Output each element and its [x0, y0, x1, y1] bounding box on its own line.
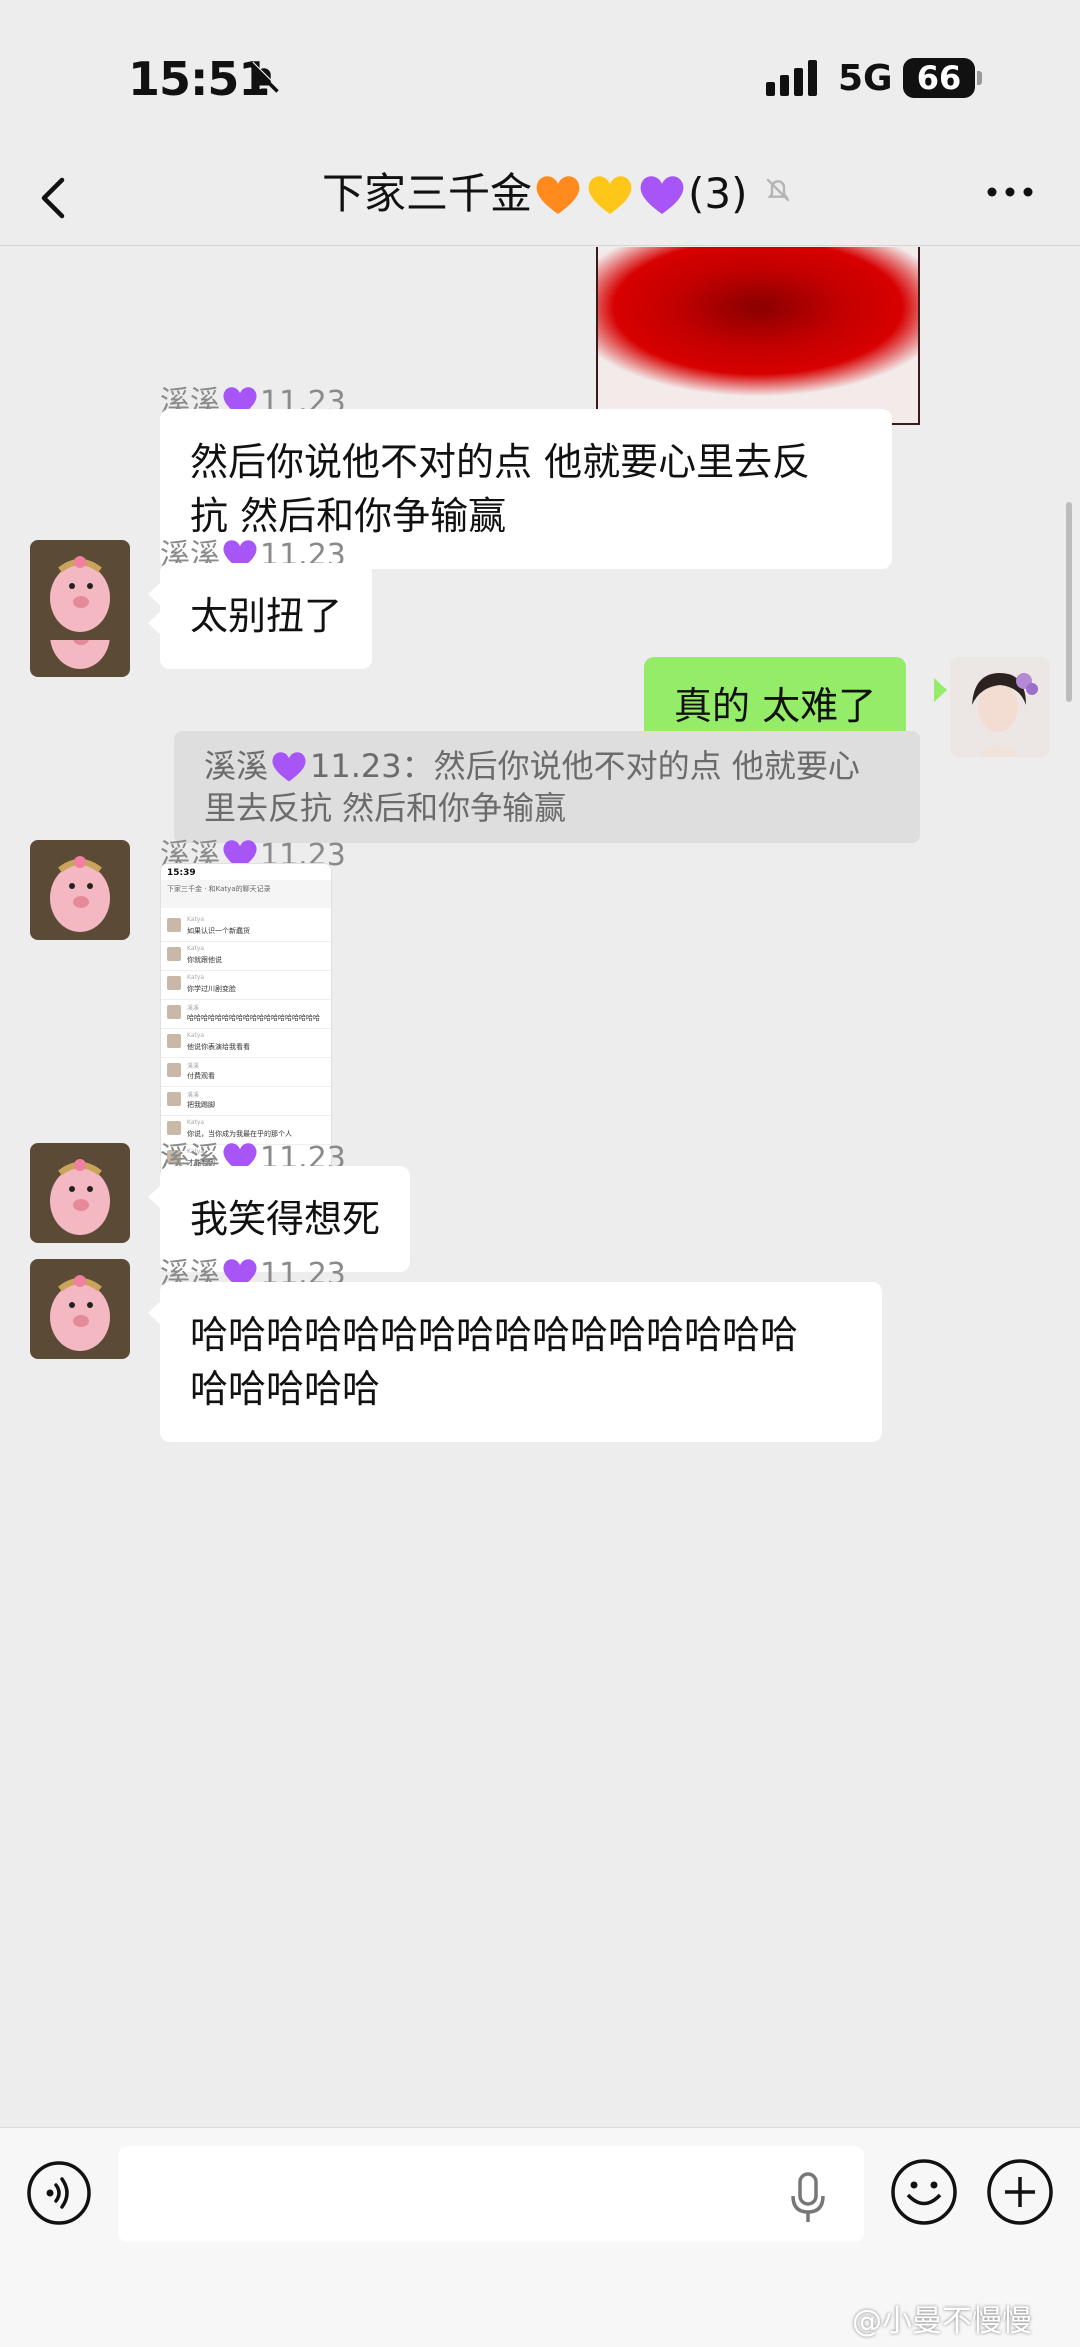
shot-row-name: Katya [187, 916, 205, 923]
quoted-reply[interactable]: 溪溪 11.23：然后你说他不对的点 他就要心 里去反抗 然后和你争输赢 [174, 731, 920, 843]
purple-heart-icon [272, 752, 306, 782]
network-type: 5G [838, 58, 893, 99]
bubble-tail [934, 678, 947, 702]
self-avatar-image [950, 657, 1050, 757]
message-text: 真的 太难了 [674, 684, 877, 728]
shot-avatar [167, 918, 181, 932]
message-text: 我笑得想死 [190, 1197, 381, 1241]
scrollbar[interactable] [1066, 502, 1072, 702]
shot-row: 溪溪 把我踢脚 [161, 1086, 331, 1116]
shot-row-name: Katya [187, 1032, 205, 1039]
shot-row: Katya 如果认识一个新蠢货 [161, 912, 331, 942]
shot-row-name: 溪溪 [187, 1063, 200, 1070]
member-count: (3) [688, 169, 748, 218]
shot-row: Katya 你学过川剧变脸 [161, 970, 331, 1000]
pig-avatar-image [30, 540, 130, 640]
back-button[interactable] [30, 168, 78, 228]
shot-avatar [167, 1005, 181, 1019]
pig-avatar-image [30, 1259, 130, 1359]
shot-row-name: 溪溪 [187, 1092, 200, 1099]
shot-avatar [167, 1092, 181, 1106]
shot-row: 溪溪哈哈哈哈哈哈哈哈哈哈哈哈哈哈哈哈哈哈哈 [161, 999, 331, 1029]
shot-row-name: Katya [187, 1119, 205, 1126]
more-options-button[interactable] [986, 186, 1034, 198]
message-bubble[interactable]: 哈哈哈哈哈哈哈哈哈哈哈哈哈哈哈哈 哈哈哈哈哈 [160, 1282, 882, 1442]
shot-row-name: Katya [187, 945, 205, 952]
message-bubble[interactable]: 太别扭了 [160, 563, 373, 669]
shot-avatar [167, 1034, 181, 1048]
message-text: 哈哈哈哈哈哈哈哈哈哈哈哈哈哈哈哈 [190, 1313, 799, 1357]
shot-avatar [167, 976, 181, 990]
shot-header: 下家三千金 · 和Katya的聊天记录 [161, 880, 331, 908]
shot-row-name: 溪溪 [187, 1005, 200, 1012]
quote-sender: 溪溪 [204, 747, 269, 785]
chat-header: 下家三千金 (3) [0, 150, 1080, 246]
quote-suffix: 11.23： [310, 747, 434, 785]
voice-toggle-button[interactable] [26, 2160, 92, 2226]
yellow-heart-icon [588, 176, 632, 214]
shot-avatar [167, 1063, 181, 1077]
avatar-xixi[interactable] [30, 840, 130, 940]
shot-row-name: Katya [187, 974, 205, 981]
pig-avatar-image [30, 840, 130, 940]
avatar-xixi[interactable] [30, 540, 130, 640]
signal-icon [766, 60, 817, 96]
shot-row-text: 付费观看 [187, 1072, 215, 1080]
shot-row-text: 如果认识一个新蠢货 [187, 927, 250, 935]
quote-text: 里去反抗 然后和你争输赢 [204, 789, 567, 827]
battery-tip [977, 71, 982, 85]
shot-row-text: 把我踢脚 [187, 1101, 215, 1109]
chat-title-text: 下家三千金 [322, 169, 533, 218]
mute-bell-icon [766, 178, 790, 202]
add-attachment-button[interactable] [986, 2158, 1054, 2226]
avatar-me[interactable] [950, 657, 1050, 757]
chat-title[interactable]: 下家三千金 (3) [322, 164, 748, 224]
shot-row-text: 你学过川剧变脸 [187, 985, 236, 993]
emoji-button[interactable] [890, 2158, 958, 2226]
quote-line-1: 溪溪 11.23：然后你说他不对的点 他就要心 [204, 745, 890, 787]
battery-indicator: 66 [903, 58, 975, 98]
purple-heart-icon [640, 176, 684, 214]
shot-row-text: 你就跟他说 [187, 956, 222, 964]
shot-row-text: 哈哈哈哈哈哈哈哈哈哈哈哈哈哈哈哈哈哈哈 [187, 1014, 320, 1022]
avatar-xixi[interactable] [30, 1259, 130, 1359]
shot-time: 15:39 [167, 868, 196, 878]
pig-avatar-image [30, 1143, 130, 1243]
chat-message-list[interactable]: 15:38 溪溪11.23 然后你说他不对的点 他就要心里去反 抗 然后和你争输… [0, 247, 1080, 2127]
image-message[interactable] [596, 247, 920, 425]
message-text: 然后你说他不对的点 他就要心里去反 [190, 440, 811, 484]
status-bar: 15:51 5G 66 [0, 0, 1080, 150]
microphone-icon[interactable] [788, 2172, 828, 2224]
orange-heart-icon [536, 176, 580, 214]
message-text: 哈哈哈哈哈 [190, 1367, 381, 1411]
watermark-text: @小曼不慢慢 [852, 2304, 1032, 2339]
bell-off-icon [249, 61, 281, 93]
message-text: 太别扭了 [190, 594, 343, 638]
quote-text: 然后你说他不对的点 他就要心 [433, 747, 860, 785]
shot-avatar [167, 947, 181, 961]
shot-row-text: 他说你表演给我看看 [187, 1043, 250, 1051]
shot-row: Katya 他说你表演给我看看 [161, 1028, 331, 1058]
avatar-xixi[interactable] [30, 1143, 130, 1243]
shot-row: Katya 你就跟他说 [161, 941, 331, 971]
message-input[interactable] [118, 2146, 864, 2242]
shot-row: 溪溪 付费观看 [161, 1057, 331, 1087]
